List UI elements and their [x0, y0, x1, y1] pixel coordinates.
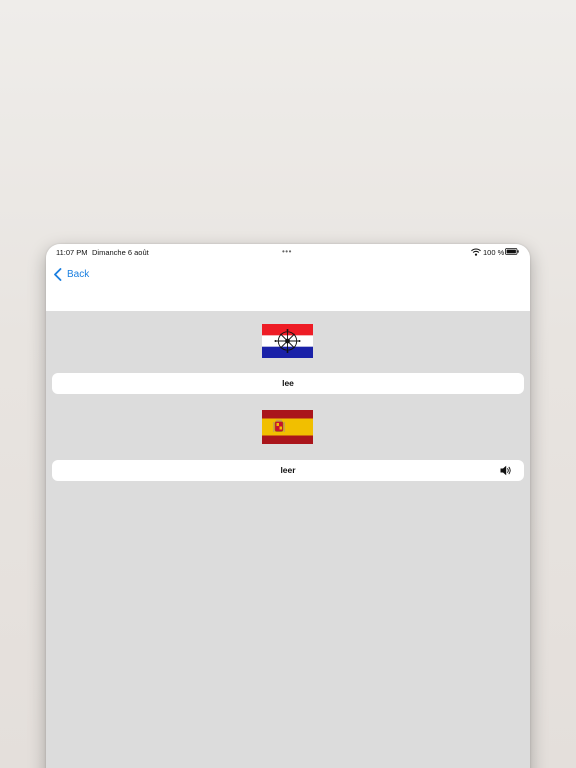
ipad-screen: 11:07 PM Dimanche 6 août ••• 100 % Back …	[46, 244, 530, 768]
battery-icon	[505, 248, 519, 255]
source-word: lee	[282, 378, 294, 388]
status-time: 11:07 PM	[56, 248, 88, 257]
target-word: leer	[280, 465, 296, 475]
source-word-field[interactable]: lee	[52, 373, 524, 394]
chevron-left-icon	[54, 267, 62, 281]
back-button[interactable]: Back	[53, 265, 89, 283]
multitasking-dots-icon[interactable]: •••	[282, 247, 292, 256]
speaker-icon[interactable]	[500, 465, 512, 476]
battery-percent: 100 %	[483, 248, 505, 257]
back-button-label: Back	[67, 268, 90, 280]
flag-icon-red-white-blue-with-emblem	[262, 324, 313, 358]
status-date: Dimanche 6 août	[92, 248, 149, 257]
spain-flag-icon	[262, 410, 313, 444]
navigation-bar: 11:07 PM Dimanche 6 août ••• 100 % Back	[46, 244, 530, 311]
target-word-field[interactable]: leer	[52, 460, 524, 481]
status-bar: 11:07 PM Dimanche 6 août ••• 100 %	[46, 244, 530, 260]
wifi-icon	[471, 248, 481, 256]
